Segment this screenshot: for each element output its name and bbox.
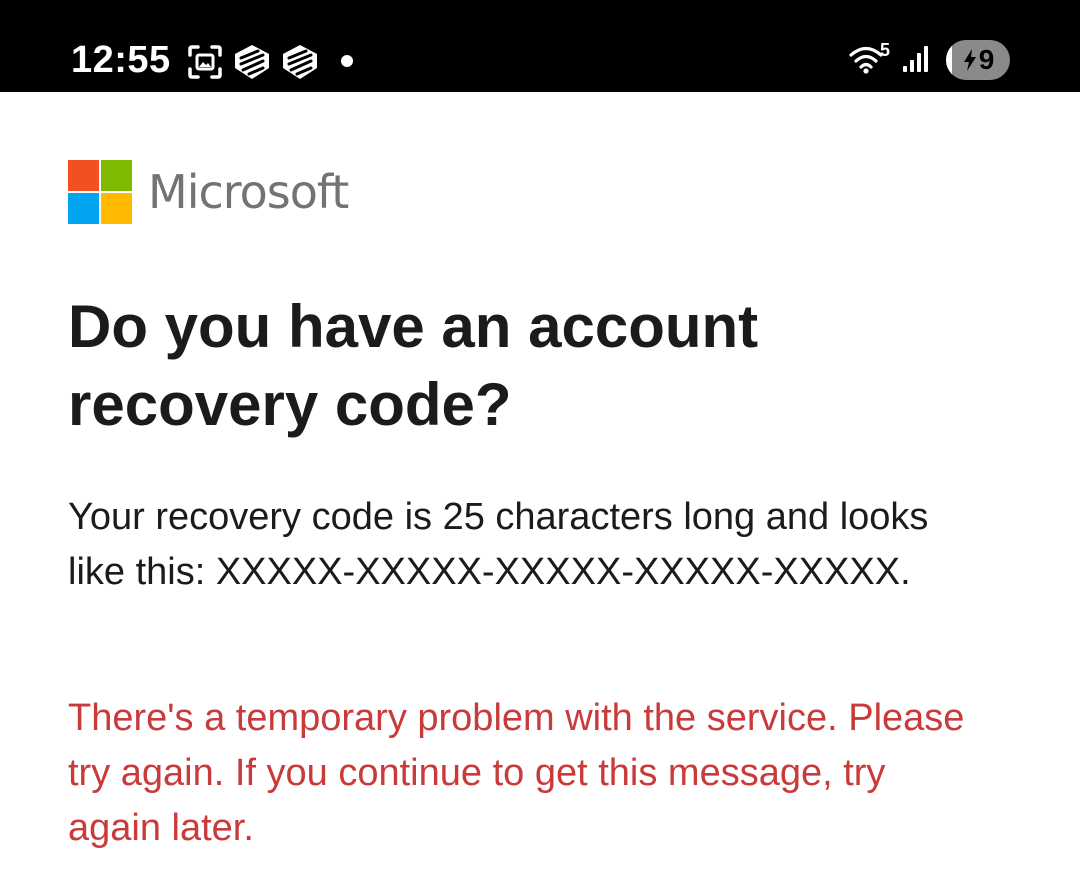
cellular-signal-icon <box>903 46 928 72</box>
logo-square-red <box>68 160 99 191</box>
logo-square-green <box>101 160 132 191</box>
battery-charging-icon <box>963 49 976 71</box>
error-message: There's a temporary problem with the ser… <box>68 697 965 849</box>
screenshot-icon <box>188 45 222 79</box>
microsoft-wordmark: Microsoft <box>148 165 349 219</box>
app-notification-icon <box>235 45 269 79</box>
status-time: 12:55 <box>71 39 171 81</box>
logo-square-yellow <box>101 193 132 224</box>
wifi-generation-label: 5 <box>880 40 891 60</box>
logo-square-blue <box>68 193 99 224</box>
microsoft-logo-icon <box>68 160 132 224</box>
page-title: Do you have an account recovery code? <box>68 293 759 438</box>
recovery-code-description: Your recovery code is 25 characters long… <box>68 496 929 593</box>
app-notification-icon <box>283 45 317 79</box>
wifi-icon <box>849 46 883 74</box>
battery-indicator: 9 <box>946 40 1010 80</box>
notification-dot-icon <box>341 55 353 67</box>
battery-level-label: 9 <box>978 44 995 75</box>
status-bar: 12:55 5 9 <box>0 0 1080 92</box>
microsoft-logo: Microsoft <box>68 160 349 224</box>
